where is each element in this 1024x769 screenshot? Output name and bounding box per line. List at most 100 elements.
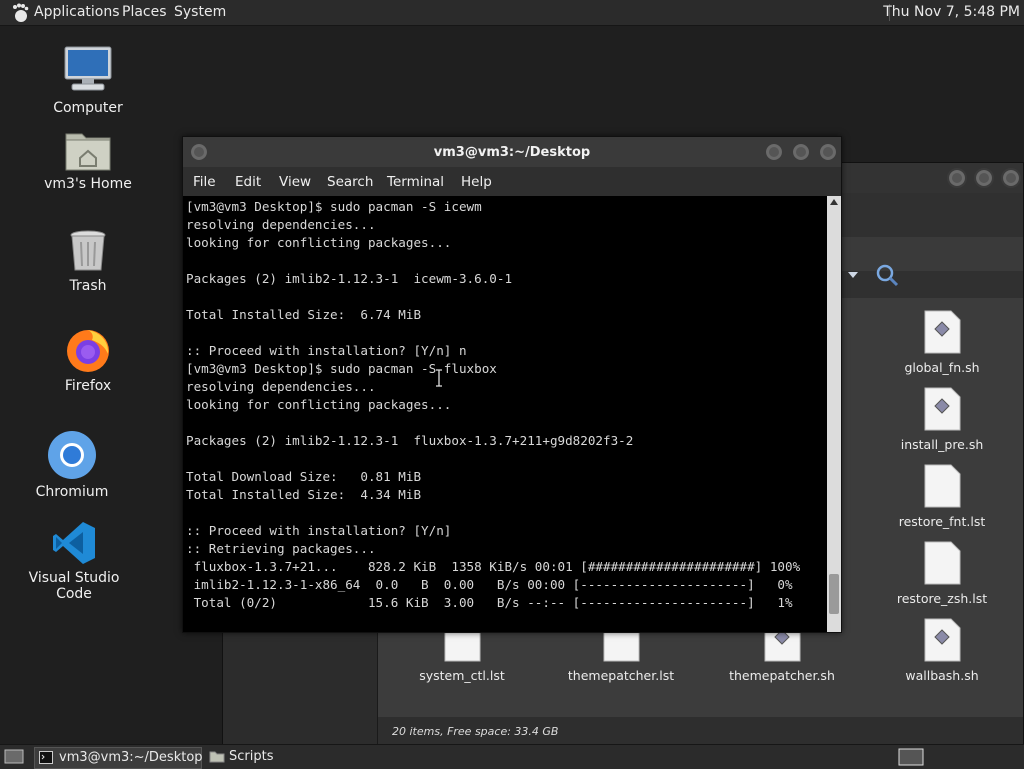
menu-help[interactable]: Help bbox=[461, 174, 492, 190]
terminal-line: Total Installed Size: 4.34 MiB bbox=[186, 487, 422, 502]
menu-terminal[interactable]: Terminal bbox=[387, 174, 444, 190]
file-item[interactable]: restore_zsh.lst bbox=[872, 541, 1012, 606]
file-name: wallbash.sh bbox=[905, 668, 979, 683]
desktop-icon-label: Firefox bbox=[64, 378, 112, 394]
menu-places[interactable]: Places bbox=[122, 4, 167, 20]
script-file-icon bbox=[924, 618, 961, 662]
terminal-line: Packages (2) imlib2-1.12.3-1 icewm-3.6.0… bbox=[186, 271, 513, 286]
script-file-icon bbox=[924, 387, 961, 431]
terminal-line: fluxbox-1.3.7+21... 828.2 KiB 1358 KiB/s… bbox=[186, 559, 801, 574]
taskbar-label: vm3@vm3:~/Desktop bbox=[59, 750, 203, 765]
file-item[interactable]: install_pre.sh bbox=[872, 387, 1012, 452]
menu-view[interactable]: View bbox=[279, 174, 311, 190]
terminal-line: Total Installed Size: 6.74 MiB bbox=[186, 307, 422, 322]
menu-search[interactable]: Search bbox=[327, 174, 373, 190]
chevron-down-icon[interactable] bbox=[847, 271, 859, 279]
workspace-switcher-icon[interactable] bbox=[898, 748, 928, 766]
desktop-icon-chromium[interactable]: Chromium bbox=[12, 430, 132, 500]
terminal-line: Packages (2) imlib2-1.12.3-1 fluxbox-1.3… bbox=[186, 433, 634, 448]
desktop-icon-trash[interactable]: Trash bbox=[28, 228, 148, 294]
terminal-line: Total (0/2) 15.6 KiB 3.00 B/s --:-- [---… bbox=[186, 595, 793, 610]
terminal-scrollbar[interactable] bbox=[827, 196, 841, 632]
menu-applications[interactable]: Applications bbox=[34, 4, 120, 20]
vscode-icon bbox=[53, 522, 95, 564]
desktop-icon-label: Visual Studio Code bbox=[28, 570, 120, 602]
taskbar-item-terminal[interactable]: vm3@vm3:~/Desktop bbox=[34, 747, 203, 769]
gnome-foot-icon[interactable] bbox=[10, 3, 30, 23]
terminal-line: imlib2-1.12.3-1-x86_64 0.0 B 0.00 B/s 00… bbox=[186, 577, 793, 592]
close-button[interactable] bbox=[1001, 168, 1021, 188]
maximize-button[interactable] bbox=[791, 142, 811, 162]
file-name: install_pre.sh bbox=[900, 437, 984, 452]
clock[interactable]: Thu Nov 7, 5:48 PM bbox=[883, 4, 1020, 20]
computer-icon bbox=[64, 46, 112, 91]
maximize-button[interactable] bbox=[974, 168, 994, 188]
terminal-line: Total Download Size: 0.81 MiB bbox=[186, 469, 422, 484]
close-button[interactable] bbox=[818, 142, 838, 162]
firefox-icon bbox=[67, 330, 109, 372]
file-name: restore_zsh.lst bbox=[896, 591, 988, 606]
desktop-icon-label: Trash bbox=[69, 278, 107, 294]
file-name: system_ctl.lst bbox=[419, 668, 505, 683]
desktop-icon-firefox[interactable]: Firefox bbox=[28, 326, 148, 394]
desktop-icon-label: Computer bbox=[53, 100, 123, 116]
terminal-menubar: File Edit View Search Terminal Help bbox=[183, 167, 841, 196]
terminal-icon bbox=[39, 751, 53, 764]
terminal-line: [vm3@vm3 Desktop]$ sudo pacman -S icewm bbox=[186, 199, 482, 214]
text-cursor-icon bbox=[436, 369, 442, 387]
terminal-line: looking for conflicting packages... bbox=[186, 397, 452, 412]
terminal-line: :: Proceed with installation? [Y/n] bbox=[186, 523, 452, 538]
terminal-titlebar[interactable]: vm3@vm3:~/Desktop bbox=[183, 137, 841, 167]
folder-icon bbox=[209, 751, 225, 763]
taskbar-item-scripts[interactable]: Scripts bbox=[205, 747, 375, 767]
scroll-up-arrow[interactable] bbox=[830, 199, 838, 205]
taskbar-label: Scripts bbox=[229, 749, 274, 764]
file-name: themepatcher.lst bbox=[567, 668, 675, 683]
desktop-icon-home[interactable]: vm3's Home bbox=[28, 128, 148, 192]
terminal-screen[interactable]: [vm3@vm3 Desktop]$ sudo pacman -S icewm r… bbox=[183, 196, 827, 632]
text-file-icon bbox=[924, 541, 961, 585]
menu-file[interactable]: File bbox=[193, 174, 216, 190]
desktop-icon-computer[interactable]: Computer bbox=[28, 44, 148, 116]
desktop-icon-vscode[interactable]: Visual Studio Code bbox=[14, 520, 134, 602]
file-item[interactable]: wallbash.sh bbox=[872, 618, 1012, 683]
menu-edit[interactable]: Edit bbox=[235, 174, 261, 190]
text-file-icon bbox=[924, 464, 961, 508]
minimize-button[interactable] bbox=[947, 168, 967, 188]
status-text: 20 items, Free space: 33.4 GB bbox=[392, 725, 559, 738]
search-icon[interactable] bbox=[875, 263, 899, 287]
trash-icon bbox=[70, 230, 106, 271]
terminal-line: looking for conflicting packages... bbox=[186, 235, 452, 250]
file-name: global_fn.sh bbox=[904, 360, 980, 375]
terminal-line: resolving dependencies... bbox=[186, 379, 376, 394]
desktop-icon-label: Chromium bbox=[35, 484, 109, 500]
file-item[interactable]: restore_fnt.lst bbox=[872, 464, 1012, 529]
bottom-panel: vm3@vm3:~/Desktop Scripts bbox=[0, 744, 1024, 769]
terminal-output: [vm3@vm3 Desktop]$ sudo pacman -S icewm r… bbox=[186, 198, 800, 612]
minimize-button[interactable] bbox=[764, 142, 784, 162]
terminal-line: [vm3@vm3 Desktop]$ sudo pacman -S fluxbo… bbox=[186, 361, 497, 376]
chromium-icon bbox=[48, 431, 96, 479]
show-desktop-icon[interactable] bbox=[4, 749, 24, 765]
terminal-line: resolving dependencies... bbox=[186, 217, 376, 232]
status-bar: 20 items, Free space: 33.4 GB bbox=[378, 717, 1023, 745]
script-file-icon bbox=[924, 310, 961, 354]
menu-system[interactable]: System bbox=[174, 4, 226, 20]
file-item[interactable]: global_fn.sh bbox=[872, 310, 1012, 375]
terminal-line: :: Retrieving packages... bbox=[186, 541, 376, 556]
scrollbar-thumb[interactable] bbox=[829, 574, 839, 614]
terminal-line: :: Proceed with installation? [Y/n] n bbox=[186, 343, 467, 358]
home-folder-icon bbox=[65, 133, 111, 171]
file-name: restore_fnt.lst bbox=[898, 514, 986, 529]
desktop-icon-label: vm3's Home bbox=[44, 176, 132, 192]
terminal-window: vm3@vm3:~/Desktop File Edit View Search … bbox=[182, 136, 842, 633]
file-name: themepatcher.sh bbox=[729, 668, 835, 683]
top-panel: Applications Places System Thu Nov 7, 5:… bbox=[0, 0, 1024, 26]
window-title: vm3@vm3:~/Desktop bbox=[433, 145, 591, 160]
